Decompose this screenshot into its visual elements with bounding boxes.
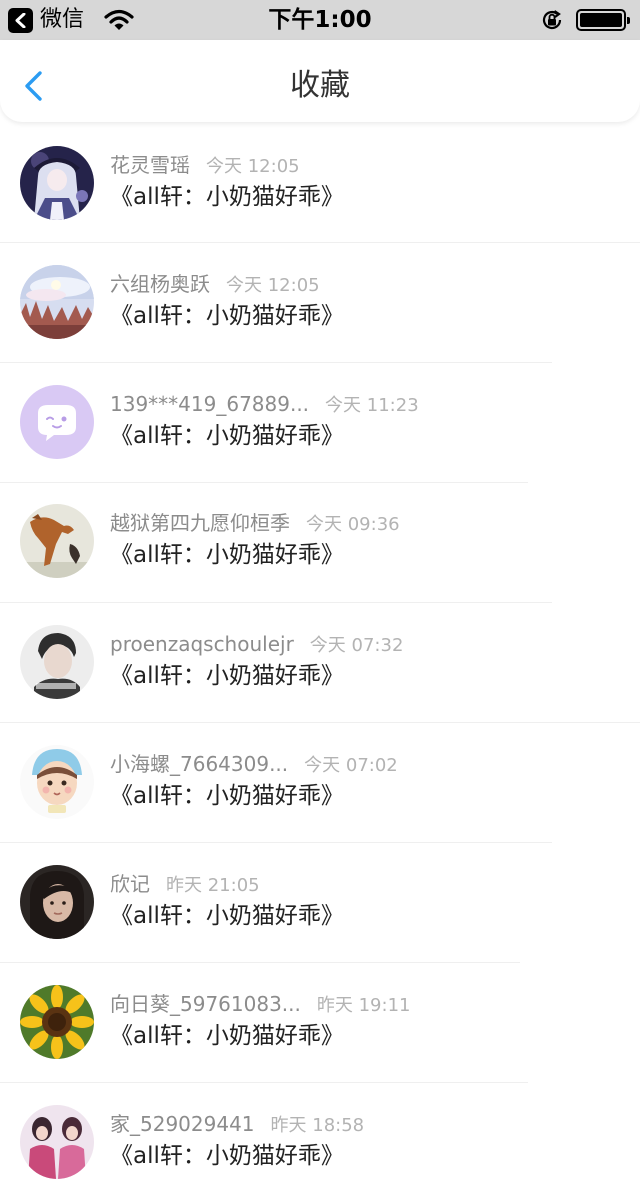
item-username: 花灵雪瑶 bbox=[110, 153, 190, 177]
item-title: 《all轩：小奶猫好乖》 bbox=[110, 1143, 344, 1169]
sunflower-avatar bbox=[20, 985, 94, 1059]
list-item[interactable]: 小海螺_7664309... 今天 07:02 《all轩：小奶猫好乖》 bbox=[0, 723, 640, 843]
list-item[interactable]: 花灵雪瑶 今天 12:05 《all轩：小奶猫好乖》 bbox=[0, 124, 640, 243]
nav-bar: 收藏 bbox=[0, 40, 640, 122]
list-item[interactable]: 向日葵_59761083... 昨天 19:11 《all轩：小奶猫好乖》 bbox=[0, 963, 640, 1083]
item-title: 《all轩：小奶猫好乖》 bbox=[110, 903, 344, 929]
winter-sky-avatar bbox=[20, 265, 94, 339]
item-title: 《all轩：小奶猫好乖》 bbox=[110, 303, 344, 329]
portrait-girl-avatar bbox=[20, 865, 94, 939]
item-username: 向日葵_59761083... bbox=[110, 992, 301, 1016]
page-title: 收藏 bbox=[290, 68, 350, 103]
item-title: 《all轩：小奶猫好乖》 bbox=[110, 1023, 344, 1049]
item-username: proenzaqschoulejr bbox=[110, 632, 294, 656]
item-username: 欣记 bbox=[110, 872, 150, 896]
list-item[interactable]: proenzaqschoulejr 今天 07:32 《all轩：小奶猫好乖》 bbox=[0, 603, 640, 723]
item-time: 昨天 19:11 bbox=[316, 995, 411, 1016]
jumping-dog-avatar bbox=[20, 504, 94, 578]
list-item[interactable]: 139***419_67889... 今天 11:23 《all轩：小奶猫好乖》 bbox=[0, 363, 640, 483]
item-title: 《all轩：小奶猫好乖》 bbox=[110, 783, 344, 809]
item-title: 《all轩：小奶猫好乖》 bbox=[110, 542, 344, 568]
item-time: 今天 07:02 bbox=[304, 755, 398, 776]
item-title: 《all轩：小奶猫好乖》 bbox=[110, 663, 344, 689]
item-time: 昨天 18:58 bbox=[270, 1115, 365, 1136]
item-time: 昨天 21:05 bbox=[166, 875, 260, 896]
list-item[interactable]: 家_529029441 昨天 18:58 《all轩：小奶猫好乖》 bbox=[0, 1083, 640, 1203]
group-photo-avatar bbox=[20, 1105, 94, 1179]
battery-icon bbox=[576, 9, 630, 31]
item-username: 越狱第四九愿仰桓季 bbox=[110, 511, 290, 535]
cartoon-kid-avatar bbox=[20, 745, 94, 819]
item-username: 六组杨奥跃 bbox=[110, 272, 210, 296]
orientation-lock-icon bbox=[540, 8, 564, 36]
favorites-list: 花灵雪瑶 今天 12:05 《all轩：小奶猫好乖》 六组杨奥跃 今天 12:05 … bbox=[0, 124, 640, 1203]
item-username: 家_529029441 bbox=[110, 1112, 255, 1136]
status-bar: 微信 下午1:00 bbox=[0, 0, 640, 40]
item-time: 今天 09:36 bbox=[306, 514, 400, 535]
anime-girl-avatar bbox=[20, 146, 94, 220]
item-time: 今天 12:05 bbox=[226, 275, 320, 296]
list-item[interactable]: 越狱第四九愿仰桓季 今天 09:36 《all轩：小奶猫好乖》 bbox=[0, 483, 640, 603]
item-time: 今天 12:05 bbox=[206, 156, 300, 177]
portrait-boy-avatar bbox=[20, 625, 94, 699]
list-item[interactable]: 六组杨奥跃 今天 12:05 《all轩：小奶猫好乖》 bbox=[0, 243, 640, 363]
item-username: 139***419_67889... bbox=[110, 392, 310, 416]
item-title: 《all轩：小奶猫好乖》 bbox=[110, 184, 344, 210]
item-username: 小海螺_7664309... bbox=[110, 752, 289, 776]
default-chat-avatar bbox=[20, 385, 94, 459]
item-time: 今天 07:32 bbox=[309, 635, 404, 656]
item-time: 今天 11:23 bbox=[325, 395, 419, 416]
list-item[interactable]: 欣记 昨天 21:05 《all轩：小奶猫好乖》 bbox=[0, 843, 640, 963]
item-title: 《all轩：小奶猫好乖》 bbox=[110, 423, 344, 449]
